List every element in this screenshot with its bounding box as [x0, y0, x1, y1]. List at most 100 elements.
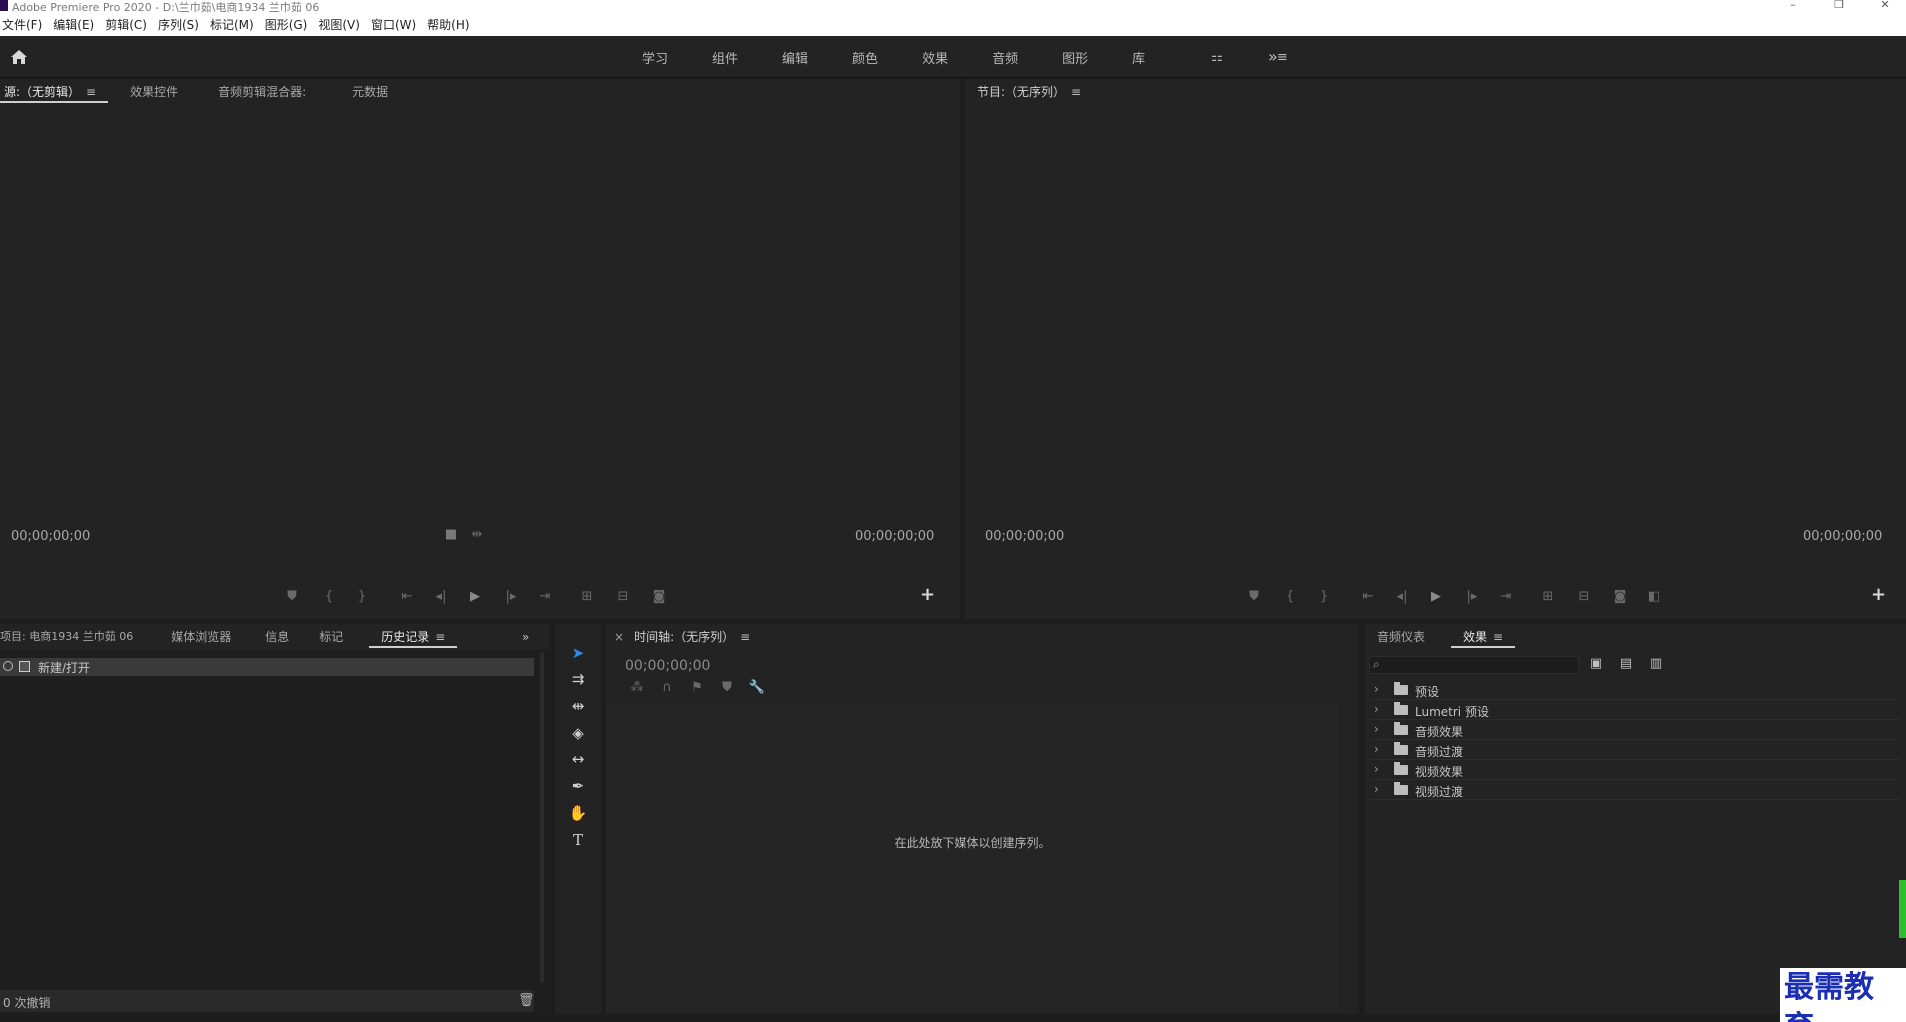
lift-icon[interactable]: ⊞: [1539, 589, 1557, 604]
workspace-tab-audio[interactable]: 音频: [970, 48, 1040, 67]
tab-project[interactable]: 项目: 电商1934 兰巾茹 06: [0, 624, 145, 650]
go-to-in-icon[interactable]: ⇤: [1359, 589, 1377, 604]
workspace-tab-learn[interactable]: 学习: [620, 48, 690, 67]
export-frame-icon[interactable]: ◙: [650, 589, 668, 604]
menu-file[interactable]: 文件(F): [0, 17, 49, 33]
workspace-tab-effects[interactable]: 效果: [900, 48, 970, 67]
tab-audio-clip-mixer[interactable]: 音频剪辑混合器:: [206, 79, 318, 105]
play-icon[interactable]: ▶: [1427, 589, 1445, 604]
close-button[interactable]: ✕: [1870, 0, 1900, 14]
tab-effect-controls[interactable]: 效果控件: [118, 79, 190, 105]
drag-audio-icon[interactable]: ⇹: [468, 527, 486, 542]
menu-sequence[interactable]: 序列(S): [156, 17, 206, 33]
hand-tool-icon[interactable]: ✋: [565, 802, 591, 824]
slip-tool-icon[interactable]: ↔: [565, 748, 591, 770]
more-workspaces-icon[interactable]: »: [1268, 47, 1278, 66]
go-to-in-icon[interactable]: ⇤: [398, 589, 416, 604]
tab-history[interactable]: 历史记录 ≡: [369, 624, 458, 650]
panel-menu-icon[interactable]: ≡: [1071, 85, 1081, 99]
selection-tool-icon[interactable]: ➤: [565, 642, 591, 664]
yuv-effects-icon[interactable]: ▥: [1647, 656, 1665, 671]
workspace-tab-editing[interactable]: 编辑: [760, 48, 830, 67]
effects-search-input[interactable]: ⌕: [1369, 656, 1579, 674]
add-marker-icon[interactable]: ⛊: [1245, 589, 1263, 604]
menu-view[interactable]: 视图(V): [316, 17, 367, 33]
mark-out-icon[interactable]: }: [1315, 589, 1333, 604]
effects-folder-lumetri-presets[interactable]: › Lumetri 预设: [1370, 700, 1900, 720]
panel-menu-icon[interactable]: ≡: [740, 630, 750, 644]
workspace-tab-graphics[interactable]: 图形: [1040, 48, 1110, 67]
32bit-effects-icon[interactable]: ▤: [1617, 656, 1635, 671]
effects-folder-audio-transitions[interactable]: › 音频过渡: [1370, 740, 1900, 760]
effects-folder-audio-effects[interactable]: › 音频效果: [1370, 720, 1900, 740]
export-frame-icon[interactable]: ◙: [1611, 589, 1629, 604]
menu-graphics[interactable]: 图形(G): [263, 17, 315, 33]
panel-menu-icon[interactable]: ≡: [86, 85, 96, 99]
more-panels-icon[interactable]: »: [522, 624, 529, 650]
step-forward-icon[interactable]: |▸: [502, 589, 520, 604]
workspace-tab-assembly[interactable]: 组件: [690, 48, 760, 67]
menu-window[interactable]: 窗口(W): [369, 17, 423, 33]
program-playhead-timecode[interactable]: 00;00;00;00: [985, 529, 1064, 544]
home-icon[interactable]: [10, 48, 28, 66]
linked-selection-icon[interactable]: ⚑: [688, 680, 706, 695]
ripple-edit-tool-icon[interactable]: ⇹: [565, 695, 591, 717]
history-item[interactable]: 新建/打开: [0, 658, 534, 676]
timeline-drop-area[interactable]: [606, 702, 1339, 1012]
drag-video-icon[interactable]: ■: [442, 527, 460, 542]
type-tool-icon[interactable]: T: [565, 829, 591, 851]
panel-menu-icon[interactable]: ≡: [1493, 630, 1503, 644]
razor-tool-icon[interactable]: ◈: [565, 722, 591, 744]
step-forward-icon[interactable]: |▸: [1463, 589, 1481, 604]
restore-button[interactable]: ❐: [1824, 0, 1854, 14]
effects-folder-video-effects[interactable]: › 视频效果: [1370, 760, 1900, 780]
nest-icon[interactable]: ⁂: [628, 680, 646, 695]
add-marker-icon[interactable]: ⛊: [718, 680, 736, 695]
panel-menu-icon[interactable]: ≡: [435, 630, 445, 644]
tab-effects[interactable]: 效果 ≡: [1451, 624, 1516, 650]
menu-help[interactable]: 帮助(H): [425, 17, 476, 33]
tab-source[interactable]: 源:（无剪辑） ≡: [0, 79, 109, 105]
wrench-icon[interactable]: 🔧: [748, 680, 766, 695]
tab-audio-meters[interactable]: 音频仪表: [1365, 624, 1437, 650]
go-to-out-icon[interactable]: ⇥: [536, 589, 554, 604]
track-select-tool-icon[interactable]: ⇉: [565, 668, 591, 690]
timeline-timecode[interactable]: 00;00;00;00: [625, 658, 710, 674]
menu-clip[interactable]: 剪辑(C): [103, 17, 154, 33]
tab-media-browser[interactable]: 媒体浏览器: [159, 624, 243, 650]
step-back-icon[interactable]: ◂|: [432, 589, 450, 604]
workspace-tab-active[interactable]: ⚏ ≡: [1167, 50, 1332, 65]
trash-icon[interactable]: 🗑: [518, 993, 535, 1008]
overwrite-icon[interactable]: ⊟: [614, 589, 632, 604]
play-icon[interactable]: ▶: [466, 589, 484, 604]
tab-info[interactable]: 信息: [253, 624, 301, 650]
scrollbar[interactable]: [540, 652, 544, 982]
minimize-button[interactable]: –: [1778, 0, 1808, 14]
snap-icon[interactable]: ∩: [658, 680, 676, 695]
go-to-out-icon[interactable]: ⇥: [1497, 589, 1515, 604]
tab-program[interactable]: 节目:（无序列） ≡: [965, 79, 1093, 105]
accelerated-effects-icon[interactable]: ▣: [1587, 656, 1605, 671]
tab-timeline[interactable]: 时间轴:（无序列） ≡: [632, 624, 762, 650]
menu-markers[interactable]: 标记(M): [208, 17, 261, 33]
button-editor-plus-icon[interactable]: +: [1871, 584, 1886, 605]
mark-in-icon[interactable]: {: [320, 589, 338, 604]
add-marker-icon[interactable]: ⛊: [283, 589, 301, 604]
workspace-tab-color[interactable]: 颜色: [830, 48, 900, 67]
close-timeline-icon[interactable]: ×: [606, 624, 632, 650]
button-editor-plus-icon[interactable]: +: [920, 584, 935, 605]
menu-edit[interactable]: 编辑(E): [51, 17, 101, 33]
tab-markers[interactable]: 标记: [307, 624, 355, 650]
step-back-icon[interactable]: ◂|: [1393, 589, 1411, 604]
pen-tool-icon[interactable]: ✒: [565, 775, 591, 797]
source-playhead-timecode[interactable]: 00;00;00;00: [11, 529, 90, 544]
effects-folder-presets[interactable]: › 预设: [1370, 680, 1900, 700]
comparison-view-icon[interactable]: ◧: [1645, 589, 1663, 604]
mark-out-icon[interactable]: }: [353, 589, 371, 604]
workspace-tab-libraries[interactable]: 库: [1110, 48, 1167, 67]
mark-in-icon[interactable]: {: [1281, 589, 1299, 604]
extract-icon[interactable]: ⊟: [1575, 589, 1593, 604]
tab-metadata[interactable]: 元数据: [340, 79, 400, 105]
insert-icon[interactable]: ⊞: [578, 589, 596, 604]
effects-folder-video-transitions[interactable]: › 视频过渡: [1370, 780, 1900, 800]
